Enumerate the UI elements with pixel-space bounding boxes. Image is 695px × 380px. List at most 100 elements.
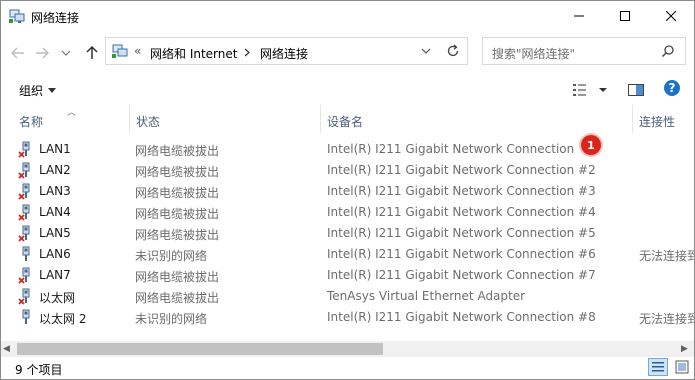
connection-status: 网络电缆被拔出	[135, 228, 220, 242]
details-view-icon	[652, 362, 664, 372]
column-header-status[interactable]: 状态	[130, 105, 321, 133]
maximize-icon	[620, 11, 630, 21]
connection-status: 未识别的网络	[135, 249, 208, 263]
up-button[interactable]	[83, 43, 101, 63]
connection-row[interactable]: LAN7 网络电缆被拔出 Intel(R) I211 Gigabit Netwo…	[1, 265, 694, 286]
connection-row[interactable]: LAN5 网络电缆被拔出 Intel(R) I211 Gigabit Netwo…	[1, 223, 694, 244]
connection-name: LAN7	[39, 268, 71, 282]
item-count: 9 个项目	[15, 363, 63, 377]
scrollbar-thumb[interactable]	[17, 343, 383, 355]
search-input[interactable]: 搜索"网络连接"	[492, 45, 575, 62]
close-button[interactable]	[648, 1, 694, 31]
refresh-icon	[447, 44, 459, 57]
minimize-button[interactable]	[556, 1, 602, 31]
connection-row[interactable]: LAN4 网络电缆被拔出 Intel(R) I211 Gigabit Netwo…	[1, 202, 694, 223]
large-icons-view-button[interactable]	[673, 358, 691, 376]
minimize-icon	[574, 15, 584, 17]
connection-name: LAN1	[39, 142, 71, 156]
change-view-button[interactable]	[572, 81, 612, 99]
connection-row[interactable]: 以太网 网络电缆被拔出 TenAsys Virtual Ethernet Ada…	[1, 286, 694, 307]
connection-name: 以太网 2	[39, 312, 87, 326]
connection-device: Intel(R) I211 Gigabit Network Connection…	[327, 247, 596, 261]
horizontal-scrollbar[interactable]: ◀ ▶	[1, 341, 694, 357]
address-bar[interactable]: « 网络和 Internet 网络连接	[105, 37, 468, 65]
ethernet-adapter-icon	[18, 246, 34, 263]
connection-row[interactable]: 以太网 2 未识别的网络 Intel(R) I211 Gigabit Netwo…	[1, 307, 694, 328]
chevron-down-icon	[61, 50, 71, 56]
ethernet-adapter-icon	[18, 267, 34, 284]
details-view-button[interactable]	[648, 358, 668, 376]
chevron-down-icon	[421, 48, 431, 54]
address-dropdown-button[interactable]	[419, 42, 433, 60]
arrow-up-icon	[86, 46, 98, 59]
command-bar: 组织 ?	[1, 78, 694, 102]
connection-device: Intel(R) I211 Gigabit Network Connection…	[327, 226, 596, 240]
connection-device: Intel(R) I211 Gigabit Network Connection	[327, 142, 575, 156]
window-title: 网络连接	[31, 11, 80, 25]
preview-pane-button[interactable]	[627, 81, 645, 99]
connection-row[interactable]: LAN6 未识别的网络 Intel(R) I211 Gigabit Networ…	[1, 244, 694, 265]
ethernet-adapter-icon	[18, 225, 34, 242]
column-header-connectivity[interactable]: 连接性	[633, 105, 694, 133]
annotation-marker: 1	[581, 135, 601, 155]
connection-row[interactable]: LAN2 网络电缆被拔出 Intel(R) I211 Gigabit Netwo…	[1, 160, 694, 181]
status-bar: 9 个项目	[1, 357, 694, 379]
column-header-name[interactable]: 名称	[13, 105, 130, 133]
chevron-right-icon[interactable]	[244, 48, 250, 57]
connection-status: 未识别的网络	[135, 312, 208, 326]
network-connections-icon	[112, 44, 128, 58]
breadcrumb-network-internet[interactable]: 网络和 Internet	[150, 45, 237, 62]
connection-status: 网络电缆被拔出	[135, 291, 220, 305]
connection-status: 网络电缆被拔出	[135, 270, 220, 284]
connection-name: LAN6	[39, 247, 71, 261]
breadcrumb-network-connections[interactable]: 网络连接	[260, 45, 308, 62]
organize-button[interactable]: 组织	[19, 82, 43, 99]
connection-status: 网络电缆被拔出	[135, 144, 220, 158]
connection-row[interactable]: LAN3 网络电缆被拔出 Intel(R) I211 Gigabit Netwo…	[1, 181, 694, 202]
connection-name: LAN2	[39, 163, 71, 177]
ethernet-adapter-icon	[18, 141, 34, 158]
large-icons-view-icon	[675, 360, 689, 374]
recent-locations-button[interactable]	[57, 43, 75, 63]
ethernet-adapter-icon	[18, 183, 34, 200]
refresh-button[interactable]	[442, 41, 464, 61]
connection-status: 网络电缆被拔出	[135, 207, 220, 221]
title-bar: 网络连接	[1, 1, 694, 33]
scroll-right-icon[interactable]: ▶	[681, 344, 688, 354]
network-connections-icon	[9, 9, 25, 23]
connection-name: LAN4	[39, 205, 71, 219]
connection-name: LAN5	[39, 226, 71, 240]
connection-device: Intel(R) I211 Gigabit Network Connection…	[327, 268, 596, 282]
close-icon	[666, 11, 676, 21]
connection-connectivity: 无法连接到	[639, 249, 695, 263]
connection-status: 网络电缆被拔出	[135, 186, 220, 200]
ethernet-adapter-icon	[18, 309, 34, 326]
preview-pane-icon	[628, 84, 644, 96]
ethernet-adapter-icon	[18, 162, 34, 179]
ethernet-adapter-icon	[18, 204, 34, 221]
scroll-left-icon[interactable]: ◀	[3, 344, 10, 354]
forward-button[interactable]	[33, 43, 51, 63]
search-icon	[661, 45, 674, 58]
ethernet-adapter-icon	[18, 288, 34, 305]
connection-status: 网络电缆被拔出	[135, 165, 220, 179]
connection-name: 以太网	[39, 291, 76, 305]
back-button[interactable]	[9, 43, 27, 63]
connection-device: Intel(R) I211 Gigabit Network Connection…	[327, 163, 596, 177]
breadcrumb-overflow[interactable]: «	[134, 44, 141, 58]
connection-connectivity: 无法连接到	[639, 312, 695, 326]
help-icon: ?	[668, 81, 676, 95]
connection-device: Intel(R) I211 Gigabit Network Connection…	[327, 310, 596, 324]
help-button[interactable]: ?	[664, 80, 680, 96]
search-box[interactable]: 搜索"网络连接"	[482, 37, 686, 65]
explorer-window: 网络连接 « 网络和 Internet 网络连接 搜索"网络连接" 组织 ? ︿…	[0, 0, 695, 380]
connection-device: Intel(R) I211 Gigabit Network Connection…	[327, 205, 596, 219]
arrow-left-icon	[11, 47, 24, 59]
view-list-icon	[573, 84, 607, 96]
connection-device: TenAsys Virtual Ethernet Adapter	[327, 289, 526, 303]
caret-down-icon	[48, 88, 56, 93]
arrow-right-icon	[36, 47, 49, 59]
maximize-button[interactable]	[602, 1, 648, 31]
column-header-device[interactable]: 设备名	[321, 105, 633, 133]
connection-device: Intel(R) I211 Gigabit Network Connection…	[327, 184, 596, 198]
